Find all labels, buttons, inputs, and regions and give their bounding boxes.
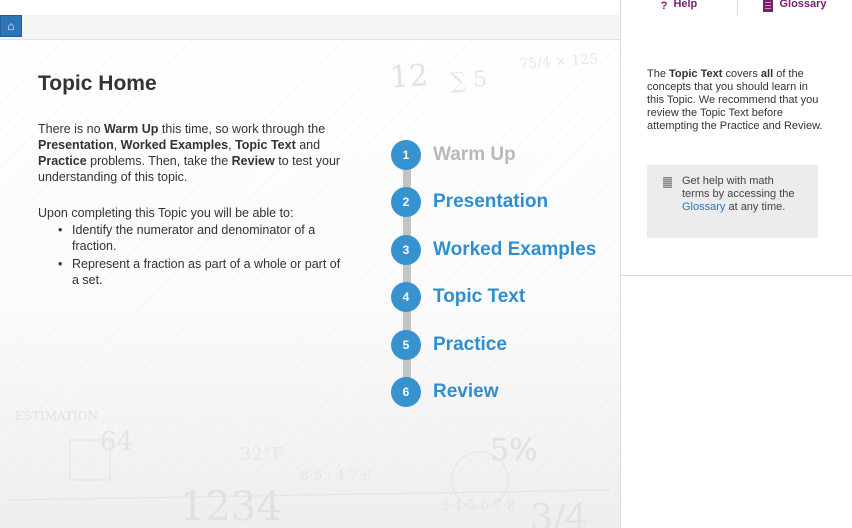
home-icon: ⌂ [7, 19, 15, 33]
glossary-help-box: Get help with math terms by accessing th… [647, 165, 818, 238]
objective-item: Identify the numerator and denominator o… [58, 222, 348, 254]
page-title: Topic Home [38, 72, 157, 95]
question-icon: ? [660, 0, 668, 12]
intro-presentation: Presentation [38, 138, 114, 152]
book-icon [763, 0, 774, 15]
topic-text-info: The Topic Text covers all of the concept… [647, 68, 827, 133]
step-topic-text[interactable]: 4 Topic Text [391, 282, 525, 312]
step-presentation[interactable]: 2 Presentation [391, 187, 548, 217]
glossary-label: Glossary [779, 0, 827, 10]
toolbar-strip [0, 15, 620, 40]
glossary-book-icon [663, 177, 672, 188]
step-practice[interactable]: 5 Practice [391, 330, 507, 360]
right-sidebar: The Topic Text covers all of the concept… [620, 15, 852, 528]
glossary-button[interactable]: Glossary [737, 0, 852, 15]
step-review[interactable]: 6 Review [391, 377, 498, 407]
intro-warm-up: Warm Up [104, 122, 159, 136]
glossary-help-text: Get help with math terms by accessing th… [682, 175, 802, 214]
intro-review: Review [231, 154, 275, 168]
step-label: Review [433, 381, 499, 402]
intro-text: problems. Then, take the [86, 154, 232, 168]
step-number-badge: 6 [391, 377, 421, 407]
help-button[interactable]: ? Help [620, 0, 737, 15]
intro-worked-examples: Worked Examples [120, 138, 229, 152]
topic-home-panel: 12 ∑ 5 75/4 × 125 ESTIMATION 64 32°F 8·5 :… [0, 40, 620, 528]
step-label: Warm Up [433, 144, 516, 165]
help-label: Help [673, 0, 698, 10]
objectives-list: Identify the numerator and denominator o… [58, 222, 348, 290]
step-worked-examples[interactable]: 3 Worked Examples [391, 235, 596, 265]
step-label: Presentation [433, 191, 549, 212]
step-number-badge: 4 [391, 282, 421, 312]
step-label: Worked Examples [433, 239, 597, 260]
objectives-intro: Upon completing this Topic you will be a… [38, 206, 294, 220]
intro-paragraph: There is no Warm Up this time, so work t… [38, 121, 348, 185]
home-button[interactable]: ⌂ [0, 15, 22, 37]
step-warm-up: 1 Warm Up [391, 140, 516, 170]
help-text: Get help with math terms by accessing th… [682, 175, 795, 200]
intro-text: and [295, 138, 321, 152]
intro-practice: Practice [38, 154, 87, 168]
step-number-badge: 5 [391, 330, 421, 360]
objective-item: Represent a fraction as part of a whole … [58, 256, 348, 288]
step-number-badge: 2 [391, 187, 421, 217]
step-label: Practice [433, 334, 507, 355]
info-topic-text: Topic Text [669, 68, 723, 80]
info-text: covers [722, 68, 761, 80]
intro-text: There is no [38, 122, 105, 136]
info-all: all [760, 68, 774, 80]
info-text: The [647, 68, 670, 80]
step-number-badge: 3 [391, 235, 421, 265]
intro-text: , [113, 138, 121, 152]
help-text: at any time. [725, 201, 786, 213]
glossary-link[interactable]: Glossary [682, 201, 725, 213]
step-label: Topic Text [433, 286, 526, 307]
intro-topic-text: Topic Text [235, 138, 296, 152]
step-number-badge: 1 [391, 140, 421, 170]
intro-text: this time, so work through the [158, 122, 326, 136]
topic-text-info-panel: The Topic Text covers all of the concept… [621, 39, 852, 276]
